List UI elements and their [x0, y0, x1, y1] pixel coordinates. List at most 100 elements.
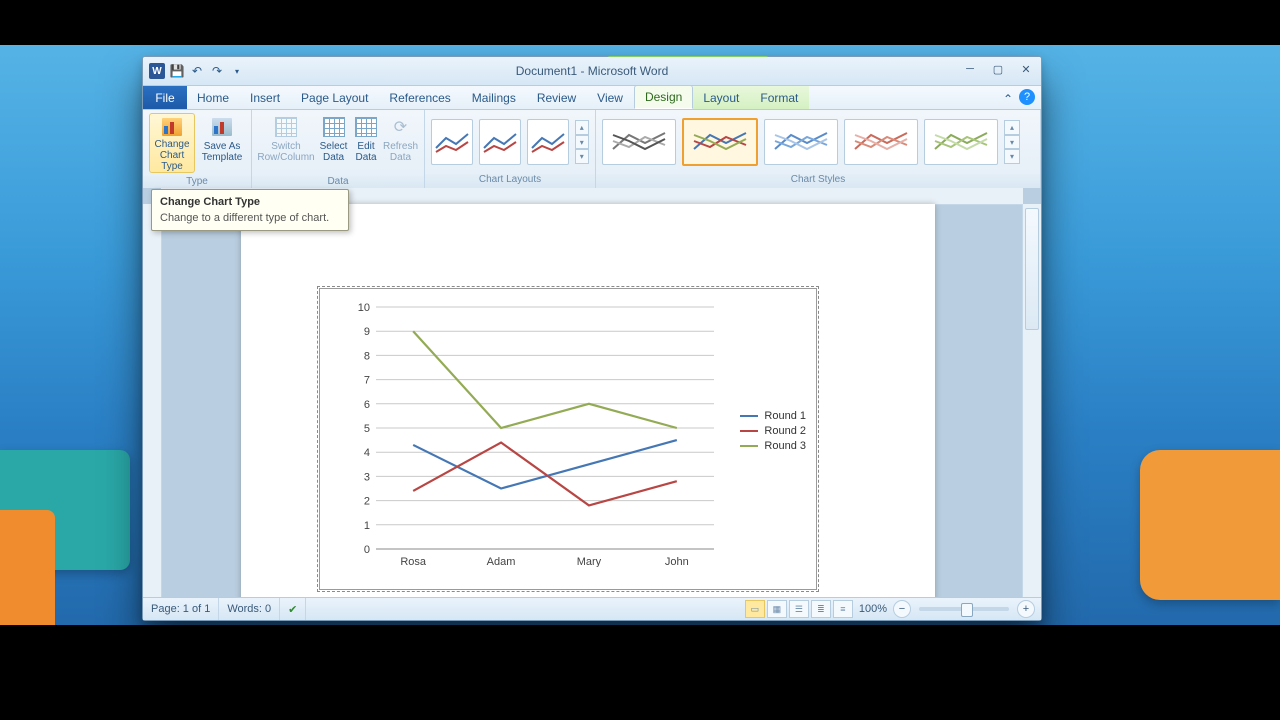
tab-design[interactable]: Design [634, 85, 693, 109]
ribbon: Change Chart Type Save As Template Type … [143, 110, 1041, 191]
status-page[interactable]: Page: 1 of 1 [143, 598, 219, 620]
legend-entry[interactable]: Round 3 [740, 440, 806, 452]
close-button[interactable]: ✕ [1017, 61, 1035, 77]
chart-legend[interactable]: Round 1 Round 2 Round 3 [740, 407, 806, 455]
svg-text:9: 9 [364, 326, 370, 338]
qat-customize-icon[interactable]: ▾ [229, 63, 245, 79]
refresh-icon: ⟳ [388, 115, 412, 139]
svg-text:0: 0 [364, 544, 370, 556]
svg-text:2: 2 [364, 496, 370, 508]
change-chart-type-label: Change Chart Type [150, 139, 194, 172]
view-print-layout-button[interactable]: ▭ [745, 600, 765, 618]
view-outline-button[interactable]: ≣ [811, 600, 831, 618]
zoom-slider[interactable] [919, 607, 1009, 611]
chart-layout-option[interactable] [479, 119, 521, 165]
titlebar: W 💾 ↶ ↷ ▾ Document1 - Microsoft Word ─ ▢… [143, 57, 1041, 86]
legend-entry[interactable]: Round 1 [740, 410, 806, 422]
change-chart-type-button[interactable]: Change Chart Type [149, 113, 195, 173]
help-icon[interactable]: ? [1019, 89, 1035, 105]
svg-text:5: 5 [364, 423, 370, 435]
tooltip-body: Change to a different type of chart. [160, 212, 340, 224]
chart-plot: 0 1 2 3 4 5 6 7 8 9 10 Rosa Adam Mary John [348, 301, 720, 567]
svg-text:Adam: Adam [487, 556, 516, 567]
svg-text:1: 1 [364, 520, 370, 532]
letterbox [0, 0, 1280, 45]
maximize-button[interactable]: ▢ [989, 61, 1007, 77]
chart-layout-option[interactable] [431, 119, 473, 165]
undo-icon[interactable]: ↶ [189, 63, 205, 79]
quick-access-toolbar: W 💾 ↶ ↷ ▾ [143, 63, 245, 79]
chart-style-option[interactable] [764, 119, 838, 165]
status-words[interactable]: Words: 0 [219, 598, 280, 620]
select-data-button[interactable]: Select Data [318, 113, 349, 173]
chart-style-option[interactable] [602, 119, 676, 165]
edit-data-label: Edit Data [353, 141, 379, 163]
status-bar: Page: 1 of 1 Words: 0 ✔ ▭ ▦ ☰ ≣ ≡ 100% −… [143, 597, 1041, 620]
refresh-data-label: Refresh Data [383, 141, 418, 163]
select-data-label: Select Data [318, 141, 349, 163]
vertical-ruler[interactable] [143, 204, 162, 598]
document-page[interactable]: 012345678910RosaAdamMaryJohn Round 1Roun… [241, 204, 935, 598]
chart-style-option[interactable] [844, 119, 918, 165]
chart-type-icon [162, 118, 182, 136]
edit-data-button[interactable]: Edit Data [353, 113, 379, 173]
tab-mailings[interactable]: Mailings [462, 86, 527, 109]
scrollbar-thumb[interactable] [1025, 208, 1039, 330]
wallpaper-shape [1140, 450, 1280, 600]
svg-text:8: 8 [364, 350, 370, 362]
tab-insert[interactable]: Insert [240, 86, 291, 109]
chart-styles-gallery: ▴▾▾ [596, 110, 1040, 174]
letterbox [0, 625, 1280, 720]
zoom-out-button[interactable]: − [893, 600, 911, 618]
minimize-button[interactable]: ─ [961, 61, 979, 77]
tab-home[interactable]: Home [187, 86, 240, 109]
view-draft-button[interactable]: ≡ [833, 600, 853, 618]
edit-data-icon [355, 117, 377, 137]
zoom-percent[interactable]: 100% [859, 603, 887, 615]
template-icon [212, 118, 232, 136]
vertical-scrollbar[interactable] [1022, 204, 1041, 598]
tab-review[interactable]: Review [527, 86, 587, 109]
tab-layout[interactable]: Layout [693, 86, 750, 109]
save-as-template-button[interactable]: Save As Template [199, 113, 245, 173]
view-full-screen-button[interactable]: ▦ [767, 600, 787, 618]
svg-text:4: 4 [364, 447, 370, 459]
switch-row-col-label: Switch Row/Column [257, 141, 314, 163]
svg-text:10: 10 [358, 302, 370, 314]
window-title: Document1 - Microsoft Word [143, 64, 1041, 78]
tab-file[interactable]: File [143, 86, 187, 109]
gallery-scroll[interactable]: ▴▾▾ [575, 120, 589, 164]
chart-style-option[interactable] [682, 118, 758, 166]
tab-page-layout[interactable]: Page Layout [291, 86, 379, 109]
svg-text:7: 7 [364, 375, 370, 387]
embedded-chart[interactable]: 012345678910RosaAdamMaryJohn Round 1Roun… [319, 288, 817, 590]
view-web-layout-button[interactable]: ☰ [789, 600, 809, 618]
ribbon-tabs: File Home Insert Page Layout References … [143, 86, 1041, 110]
status-proof-icon[interactable]: ✔ [280, 598, 306, 620]
tab-view[interactable]: View [587, 86, 634, 109]
svg-text:6: 6 [364, 399, 370, 411]
document-area: 012345678910RosaAdamMaryJohn Round 1Roun… [143, 188, 1041, 598]
save-icon[interactable]: 💾 [169, 63, 185, 79]
tooltip-change-chart-type: Change Chart Type Change to a different … [151, 189, 349, 231]
switch-icon [275, 117, 297, 137]
tooltip-title: Change Chart Type [160, 196, 340, 208]
word-icon: W [149, 63, 165, 79]
chart-layout-option[interactable] [527, 119, 569, 165]
gallery-scroll[interactable]: ▴▾▾ [1004, 120, 1020, 164]
tab-references[interactable]: References [379, 86, 461, 109]
tab-format[interactable]: Format [750, 86, 809, 109]
svg-text:John: John [665, 556, 689, 567]
svg-text:3: 3 [364, 471, 370, 483]
minimize-ribbon-icon[interactable]: ⌃ [1003, 92, 1013, 106]
chart-style-option[interactable] [924, 119, 998, 165]
svg-text:Rosa: Rosa [400, 556, 427, 567]
svg-text:Mary: Mary [577, 556, 602, 567]
legend-entry[interactable]: Round 2 [740, 425, 806, 437]
refresh-data-button[interactable]: ⟳ Refresh Data [383, 113, 418, 173]
select-data-icon [323, 117, 345, 137]
chart-layouts-gallery: ▴▾▾ [425, 110, 595, 174]
zoom-in-button[interactable]: + [1017, 600, 1035, 618]
switch-row-column-button[interactable]: Switch Row/Column [258, 113, 314, 173]
redo-icon[interactable]: ↷ [209, 63, 225, 79]
